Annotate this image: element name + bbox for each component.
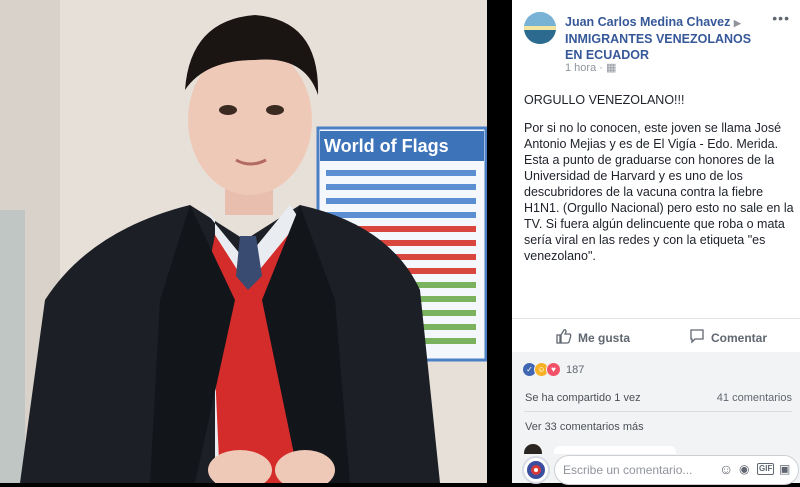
reactions-summary[interactable]: ✓ ☺ ♥ 187 xyxy=(522,362,584,377)
comment-icon xyxy=(689,328,705,347)
reactions-count: 187 xyxy=(566,363,585,376)
comment-bubble xyxy=(554,446,676,454)
post-meta: 1 hora · ▦ xyxy=(565,61,616,74)
post-header: Juan Carlos Medina Chavez ▶ INMIGRANTES … xyxy=(565,14,755,63)
post-text: Por si no lo conocen, este joven se llam… xyxy=(524,121,794,263)
thumbs-up-icon xyxy=(556,328,572,347)
comment-input[interactable]: Escribe un comentario... ☺ ◉ GIF ▣ xyxy=(554,455,799,485)
post-title: ORGULLO VENEZOLANO!!! xyxy=(524,93,685,107)
emoji-icon[interactable]: ☺ xyxy=(719,461,733,477)
photo-illustration: World of Flags xyxy=(0,0,487,483)
group-name[interactable]: INMIGRANTES VENEZOLANOS EN ECUADOR xyxy=(565,32,751,62)
like-button[interactable]: Me gusta xyxy=(556,328,630,347)
comment-label: Comentar xyxy=(711,330,768,345)
comment-count[interactable]: 41 comentarios xyxy=(717,392,792,404)
divider xyxy=(524,411,792,412)
sticker-icon[interactable]: ▣ xyxy=(779,462,790,476)
post-panel: Juan Carlos Medina Chavez ▶ INMIGRANTES … xyxy=(512,0,800,485)
arrow-right-icon: ▶ xyxy=(733,18,741,28)
love-reaction-icon: ♥ xyxy=(546,362,561,377)
post-time[interactable]: 1 hora xyxy=(565,62,596,74)
comment-button[interactable]: Comentar xyxy=(689,328,767,347)
more-options-icon[interactable]: ••• xyxy=(772,10,790,26)
post-actions: Me gusta Comentar xyxy=(512,318,800,353)
view-more-comments[interactable]: Ver 33 comentarios más xyxy=(525,421,644,433)
author-avatar[interactable] xyxy=(524,12,556,44)
comment-placeholder: Escribe un comentario... xyxy=(563,463,693,477)
user-avatar xyxy=(522,456,550,484)
like-label: Me gusta xyxy=(578,330,631,345)
camera-icon[interactable]: ◉ xyxy=(739,462,749,476)
poster-title: World of Flags xyxy=(324,136,449,156)
audience-icon[interactable]: ▦ xyxy=(606,62,616,74)
post-body: ORGULLO VENEZOLANO!!! Por si no lo conoc… xyxy=(524,92,796,276)
post-photo[interactable]: World of Flags xyxy=(0,0,487,483)
gif-icon[interactable]: GIF xyxy=(757,463,775,475)
share-count[interactable]: Se ha compartido 1 vez xyxy=(525,392,641,404)
separator-dot: · xyxy=(599,62,603,74)
author-name[interactable]: Juan Carlos Medina Chavez xyxy=(565,15,730,29)
